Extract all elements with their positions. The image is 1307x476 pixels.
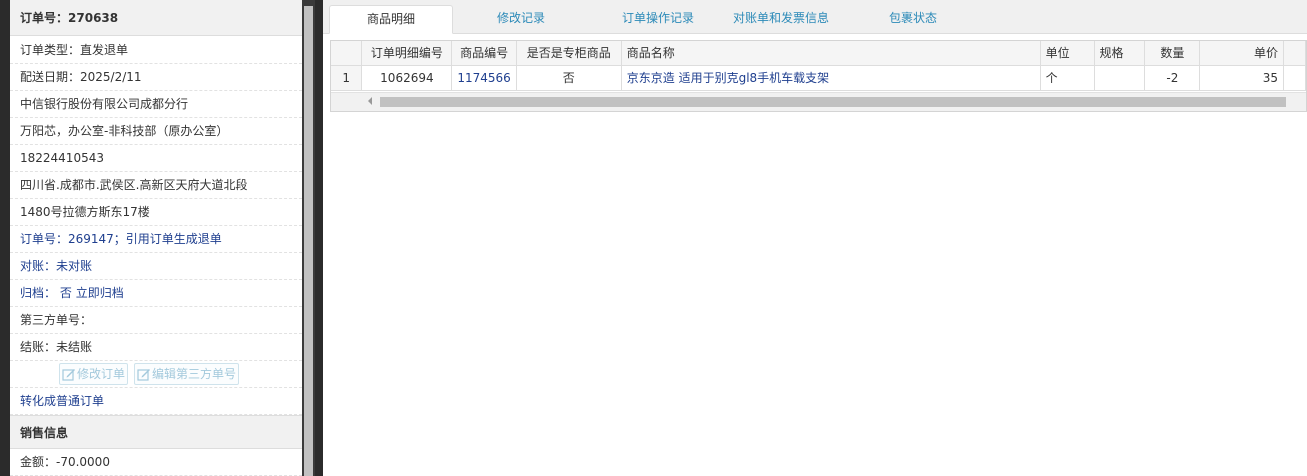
cell-product-name[interactable]: 京东京造 适用于别克gl8手机车载支架 [621, 65, 1041, 91]
tab-product-details[interactable]: 商品明细 [329, 5, 453, 34]
col-header-price[interactable]: 单价 [1199, 41, 1284, 66]
col-header-detail-id[interactable]: 订单明细编号 [361, 41, 453, 66]
tab-modify-log[interactable]: 修改记录 [471, 5, 571, 34]
cell-product-id[interactable]: 1174566 [451, 65, 517, 91]
cell-counter: 否 [516, 65, 622, 91]
pencil-square-icon [62, 369, 75, 381]
archive-label: 归档： [20, 286, 57, 300]
col-header-spec[interactable]: 规格 [1094, 41, 1146, 66]
archive-row: 归档： 否 立即归档 [10, 280, 302, 307]
contact-phone: 18224410543 [10, 145, 302, 172]
col-header-overflow [1283, 41, 1306, 66]
order-header-label: 订单号： [20, 11, 69, 25]
cell-unit: 个 [1040, 65, 1095, 91]
cell-spec [1094, 65, 1146, 91]
order-type: 订单类型：直发退单 [10, 36, 302, 64]
order-header-number: 270638 [68, 11, 119, 25]
cell-overflow [1283, 65, 1306, 91]
delivery-date: 配送日期：2025/2/11 [10, 64, 302, 91]
col-header-product-name[interactable]: 商品名称 [621, 41, 1041, 66]
settle-status: 结账：未结账 [10, 334, 302, 361]
order-header: 订单号：270638 [10, 0, 302, 36]
horizontal-scrollbar[interactable] [331, 92, 1306, 111]
sales-section-title: 销售信息 [10, 415, 302, 449]
product-grid: 订单明细编号 商品编号 是否是专柜商品 商品名称 单位 规格 数量 单价 1 1… [330, 40, 1307, 112]
company-name: 中信银行股份有限公司成都分行 [10, 91, 302, 118]
col-header-counter[interactable]: 是否是专柜商品 [516, 41, 622, 66]
tab-statement-invoice[interactable]: 对账单和发票信息 [721, 5, 841, 34]
app-window: 订单号：270638 订单类型：直发退单 配送日期：2025/2/11 中信银行… [0, 0, 1307, 476]
detail-panel: 商品明细 修改记录 订单操作记录 对账单和发票信息 包裹状态 订单明细编号 商品… [323, 0, 1307, 476]
edit-third-party-label: 编辑第三方单号 [152, 367, 237, 381]
tab-bar: 商品明细 修改记录 订单操作记录 对账单和发票信息 包裹状态 [323, 0, 1307, 34]
cell-qty: -2 [1144, 65, 1201, 91]
contact-person: 万阳芯，办公室-非科技部（原办公室） [10, 118, 302, 145]
pencil-square-icon [137, 369, 151, 381]
edit-order-label: 修改订单 [77, 367, 126, 381]
cell-price: 35 [1199, 65, 1284, 91]
third-party-number: 第三方单号： [10, 307, 302, 334]
convert-to-normal-order[interactable]: 转化成普通订单 [10, 388, 302, 415]
cell-detail-id: 1062694 [361, 65, 453, 91]
tab-order-operation-log[interactable]: 订单操作记录 [598, 5, 718, 34]
col-header-rownum [331, 41, 363, 66]
edit-third-party-button[interactable]: 编辑第三方单号 [134, 363, 240, 385]
archive-now-link[interactable]: 立即归档 [76, 286, 124, 300]
tab-package-status[interactable]: 包裹状态 [863, 5, 963, 34]
scrollbar-thumb[interactable] [304, 6, 313, 476]
reference-order[interactable]: 订单号：269147；引用订单生成退单 [10, 226, 302, 253]
col-header-product-id[interactable]: 商品编号 [451, 41, 517, 66]
edit-order-button[interactable]: 修改订单 [59, 363, 129, 385]
table-row[interactable]: 1 1062694 1174566 否 京东京造 适用于别克gl8手机车载支架 … [331, 65, 1306, 91]
order-info-panel: 订单号：270638 订单类型：直发退单 配送日期：2025/2/11 中信银行… [10, 0, 302, 476]
address-line-1: 四川省.成都市.武侯区.高新区天府大道北段 [10, 172, 302, 199]
product-table: 订单明细编号 商品编号 是否是专柜商品 商品名称 单位 规格 数量 单价 1 1… [331, 41, 1306, 91]
archive-value: 否 [59, 286, 72, 300]
col-header-qty[interactable]: 数量 [1144, 41, 1201, 66]
reconcile-status: 对账：未对账 [10, 253, 302, 280]
horizontal-scroll-thumb[interactable] [380, 97, 1286, 107]
address-line-2: 1480号拉德方斯东17楼 [10, 199, 302, 226]
cell-rownum: 1 [331, 65, 363, 91]
col-header-unit[interactable]: 单位 [1040, 41, 1095, 66]
panel-splitter-scrollbar[interactable] [302, 0, 315, 476]
action-buttons-row: 修改订单 编辑第三方单号 [10, 361, 302, 388]
table-header-row: 订单明细编号 商品编号 是否是专柜商品 商品名称 单位 规格 数量 单价 [331, 41, 1306, 66]
sales-amount: 金额：-70.0000 [10, 449, 302, 476]
scroll-left-arrow-icon[interactable] [368, 97, 372, 105]
